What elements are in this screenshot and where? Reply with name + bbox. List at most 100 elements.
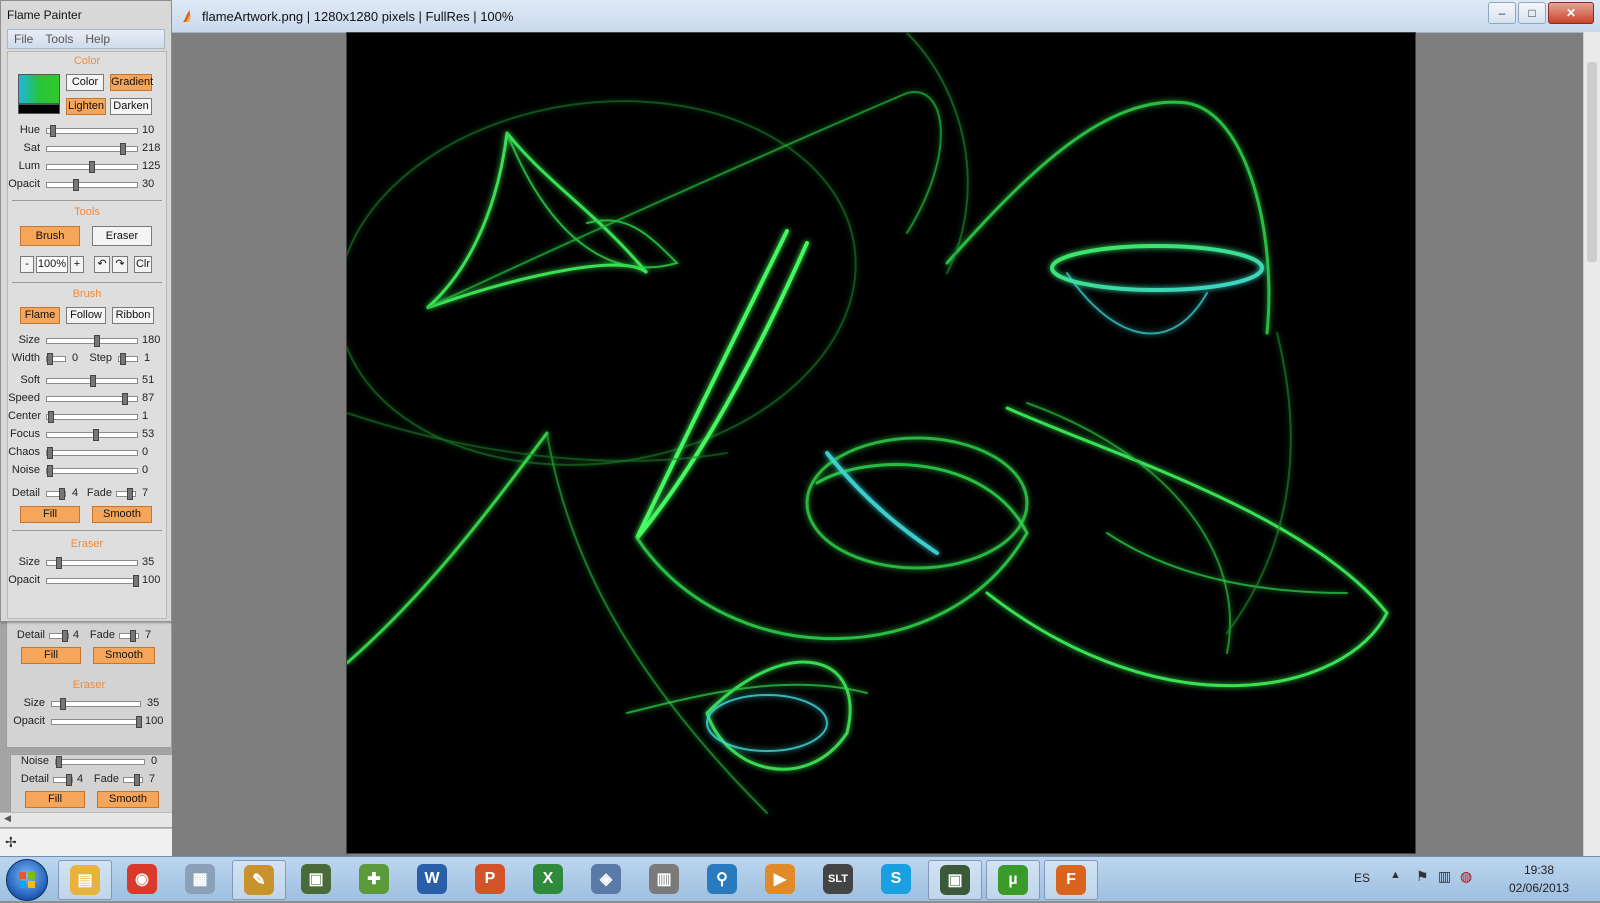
- scrollbar-thumb[interactable]: [1587, 62, 1597, 262]
- taskbar-file-explorer-button[interactable]: ▤: [58, 860, 112, 900]
- taskbar-calculator-button[interactable]: ▦: [174, 860, 226, 898]
- slider-thumb[interactable]: [122, 393, 128, 405]
- foreground-color-swatch[interactable]: [18, 74, 60, 104]
- slider-thumb[interactable]: [90, 375, 96, 387]
- ghost2-noise-slider[interactable]: [55, 756, 145, 768]
- clear-button[interactable]: Clr: [134, 256, 152, 273]
- taskbar-monitor-button[interactable]: ▣: [928, 860, 982, 900]
- opacit-slider[interactable]: [46, 179, 138, 191]
- slider-thumb[interactable]: [89, 161, 95, 173]
- eraser-size-slider[interactable]: [46, 557, 138, 569]
- ghost2-smooth-button[interactable]: Smooth: [97, 791, 159, 808]
- ghost-fill-button[interactable]: Fill: [21, 647, 81, 664]
- gradient-mode-button[interactable]: Gradient: [110, 74, 153, 91]
- menu-help[interactable]: Help: [85, 32, 110, 46]
- eraser-tool-button[interactable]: Eraser: [92, 226, 152, 246]
- slider-thumb[interactable]: [133, 575, 139, 587]
- action-center-flag-icon[interactable]: ⚑: [1416, 868, 1429, 885]
- slider-thumb[interactable]: [120, 143, 126, 155]
- maximize-button[interactable]: □: [1518, 2, 1546, 24]
- sat-slider[interactable]: [46, 143, 138, 155]
- slider-thumb[interactable]: [47, 465, 53, 477]
- minimize-button[interactable]: –: [1488, 2, 1516, 24]
- slider-thumb[interactable]: [48, 411, 54, 423]
- zoom-out-button[interactable]: -: [20, 256, 34, 273]
- menu-file[interactable]: File: [14, 32, 33, 46]
- taskbar-calendar-button[interactable]: ▥: [638, 860, 690, 898]
- eraser-opacity-slider[interactable]: [46, 575, 139, 587]
- start-button[interactable]: [6, 859, 48, 901]
- taskbar-slt-button[interactable]: SLT: [812, 860, 864, 898]
- drawing-canvas[interactable]: [346, 32, 1416, 854]
- center-slider[interactable]: [46, 411, 138, 423]
- taskbar-chrome-button[interactable]: ◉: [116, 860, 168, 898]
- hue-slider[interactable]: [46, 125, 138, 137]
- slider-thumb[interactable]: [120, 353, 126, 365]
- taskbar-utorrent-button[interactable]: µ: [986, 860, 1040, 900]
- follow-brush-button[interactable]: Follow: [66, 307, 106, 324]
- taskbar-terminal-button[interactable]: ▣: [290, 860, 342, 898]
- flame-brush-button[interactable]: Flame: [20, 307, 60, 324]
- slider-thumb[interactable]: [94, 335, 100, 347]
- brush-size-slider[interactable]: [46, 335, 138, 347]
- brush-tool-button[interactable]: Brush: [20, 226, 80, 246]
- fade-slider[interactable]: [116, 488, 136, 500]
- slider-thumb[interactable]: [56, 557, 62, 569]
- image-vertical-scrollbar[interactable]: [1583, 32, 1600, 856]
- ghost-fade-slider[interactable]: [119, 630, 139, 642]
- noise-slider[interactable]: [46, 465, 138, 477]
- slider-thumb[interactable]: [93, 429, 99, 441]
- taskbar-powerpoint-button[interactable]: P: [464, 860, 516, 898]
- ghost2-fade-slider[interactable]: [123, 774, 143, 786]
- taskbar-search-button[interactable]: ⚲: [696, 860, 748, 898]
- focus-slider[interactable]: [46, 429, 138, 441]
- taskbar-word-button[interactable]: W: [406, 860, 458, 898]
- soft-slider[interactable]: [46, 375, 138, 387]
- detail-slider[interactable]: [46, 488, 66, 500]
- slider-thumb[interactable]: [73, 179, 79, 191]
- taskbar-paint-button[interactable]: ✎: [232, 860, 286, 900]
- scroll-left-arrow-icon[interactable]: ◀: [4, 813, 11, 824]
- image-window-titlebar[interactable]: flameArtwork.png | 1280x1280 pixels | Fu…: [172, 0, 1600, 33]
- chaos-slider[interactable]: [46, 447, 138, 459]
- clock-time[interactable]: 19:38: [1494, 863, 1584, 877]
- slider-thumb[interactable]: [47, 353, 53, 365]
- speed-slider[interactable]: [46, 393, 138, 405]
- background-color-swatch[interactable]: [18, 104, 60, 114]
- show-hidden-icons-icon[interactable]: ▲: [1390, 869, 1401, 881]
- taskbar-skype-button[interactable]: S: [870, 860, 922, 898]
- taskbar-excel-button[interactable]: X: [522, 860, 574, 898]
- taskbar-virtualbox-button[interactable]: ◈: [580, 860, 632, 898]
- zoom-level-field[interactable]: 100%: [36, 256, 68, 273]
- color-mode-button[interactable]: Color: [66, 74, 104, 91]
- fill-button[interactable]: Fill: [20, 506, 80, 523]
- slider-thumb[interactable]: [59, 488, 65, 500]
- volume-muted-icon[interactable]: ◍: [1460, 868, 1472, 885]
- slider-thumb[interactable]: [47, 447, 53, 459]
- smooth-button[interactable]: Smooth: [92, 506, 152, 523]
- ghost-detail-slider[interactable]: [49, 630, 69, 642]
- ghost-smooth-button[interactable]: Smooth: [93, 647, 155, 664]
- ghost-eraser-size-slider[interactable]: [51, 698, 141, 710]
- step-slider[interactable]: [118, 353, 138, 365]
- ghost2-detail-slider[interactable]: [53, 774, 73, 786]
- zoom-in-button[interactable]: +: [70, 256, 84, 273]
- slider-thumb[interactable]: [127, 488, 133, 500]
- ghost-eraser-opacity-slider[interactable]: [51, 716, 142, 728]
- clock-date[interactable]: 02/06/2013: [1494, 881, 1584, 895]
- menu-tools[interactable]: Tools: [45, 32, 73, 46]
- taskbar-presentation-button[interactable]: ▶: [754, 860, 806, 898]
- undo-icon[interactable]: ↶: [94, 256, 110, 273]
- slider-thumb[interactable]: [50, 125, 56, 137]
- ghost2-fill-button[interactable]: Fill: [25, 791, 85, 808]
- ribbon-brush-button[interactable]: Ribbon: [112, 307, 154, 324]
- width-slider[interactable]: [46, 353, 66, 365]
- lum-slider[interactable]: [46, 161, 138, 173]
- lighten-button[interactable]: Lighten: [66, 98, 106, 115]
- language-indicator[interactable]: ES: [1354, 871, 1370, 885]
- close-button[interactable]: ✕: [1548, 2, 1594, 24]
- taskbar-tool-button[interactable]: ✚: [348, 860, 400, 898]
- network-icon[interactable]: ▥: [1438, 868, 1451, 885]
- taskbar-flame-painter-button[interactable]: F: [1044, 860, 1098, 900]
- left-horizontal-scrollbar[interactable]: ◀: [0, 812, 172, 827]
